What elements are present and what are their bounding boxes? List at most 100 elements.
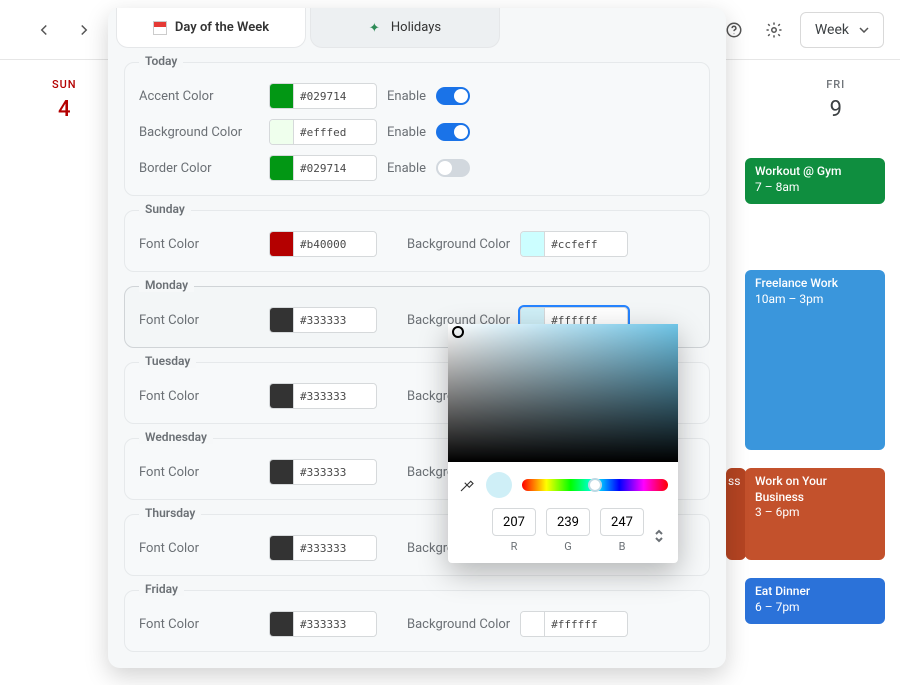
color-text[interactable]	[545, 232, 625, 256]
tab-label: Day of the Week	[175, 20, 269, 35]
tab-day-of-week[interactable]: Day of the Week	[116, 8, 306, 48]
hue-slider[interactable]	[522, 479, 668, 491]
toggle-border[interactable]	[436, 159, 470, 177]
calendar-event-cut[interactable]: ss	[726, 468, 746, 560]
b-input[interactable]	[600, 508, 644, 536]
field-label: Font Color	[139, 313, 259, 328]
section-legend: Monday	[139, 278, 194, 292]
g-label: G	[564, 540, 572, 553]
color-text[interactable]	[294, 156, 374, 180]
section-legend: Wednesday	[139, 430, 213, 444]
color-swatch	[521, 232, 545, 256]
hue-cursor[interactable]	[588, 478, 602, 492]
color-text[interactable]	[294, 84, 374, 108]
event-time: 6 – 7pm	[755, 600, 875, 616]
color-swatch	[270, 232, 294, 256]
event-title: Workout @ Gym	[755, 164, 875, 180]
field-label: Font Color	[139, 389, 259, 404]
calendar-event[interactable]: Freelance Work 10am – 3pm	[745, 270, 885, 450]
color-input-font[interactable]	[269, 611, 377, 637]
event-title: Eat Dinner	[755, 584, 875, 600]
g-input[interactable]	[546, 508, 590, 536]
event-title: Work on Your Business	[755, 474, 875, 505]
field-label: Background Color	[407, 617, 510, 632]
section-sunday: Sunday Font Color Background Color	[124, 210, 710, 272]
prev-button[interactable]	[30, 16, 58, 44]
settings-icon[interactable]	[760, 16, 788, 44]
section-legend: Friday	[139, 582, 184, 596]
field-label: Background Color	[139, 125, 259, 140]
field-label: Font Color	[139, 541, 259, 556]
event-time: 10am – 3pm	[755, 292, 875, 308]
enable-label: Enable	[387, 89, 426, 104]
toggle-accent[interactable]	[436, 87, 470, 105]
color-input-bg[interactable]	[520, 231, 628, 257]
event-time: 7 – 8am	[755, 180, 875, 196]
enable-label: Enable	[387, 161, 426, 176]
saturation-value-area[interactable]	[448, 324, 678, 462]
color-swatch	[270, 84, 294, 108]
calendar-event[interactable]: Workout @ Gym 7 – 8am	[745, 158, 885, 204]
color-text[interactable]	[294, 120, 374, 144]
chevron-down-icon	[859, 27, 869, 33]
event-title: Freelance Work	[755, 276, 875, 292]
color-preview	[486, 472, 512, 498]
color-input-bg[interactable]	[520, 611, 628, 637]
calendar-event[interactable]: Eat Dinner 6 – 7pm	[745, 578, 885, 624]
color-input-font[interactable]	[269, 535, 377, 561]
color-input-accent[interactable]	[269, 83, 377, 109]
field-label: Background Color	[407, 237, 510, 252]
field-label: Font Color	[139, 237, 259, 252]
color-text[interactable]	[294, 536, 374, 560]
field-label: Border Color	[139, 161, 259, 176]
view-label: Week	[815, 22, 849, 38]
view-select[interactable]: Week	[800, 12, 884, 48]
tree-icon: ✦	[369, 21, 383, 35]
section-legend: Tuesday	[139, 354, 196, 368]
color-text[interactable]	[294, 308, 374, 332]
color-input-font[interactable]	[269, 383, 377, 409]
color-input-font[interactable]	[269, 231, 377, 257]
b-label: B	[619, 540, 626, 553]
r-label: R	[511, 540, 518, 553]
section-friday: Friday Font Color Background Color	[124, 590, 710, 652]
color-text[interactable]	[294, 612, 374, 636]
calendar-icon	[153, 21, 167, 35]
color-swatch	[270, 120, 294, 144]
tab-holidays[interactable]: ✦ Holidays	[310, 8, 500, 48]
color-swatch	[270, 612, 294, 636]
color-swatch	[270, 308, 294, 332]
tab-label: Holidays	[391, 20, 441, 35]
r-input[interactable]	[492, 508, 536, 536]
color-text[interactable]	[294, 460, 374, 484]
color-input-font[interactable]	[269, 307, 377, 333]
color-text[interactable]	[294, 232, 374, 256]
color-input-font[interactable]	[269, 459, 377, 485]
color-text[interactable]	[545, 612, 625, 636]
color-input-border[interactable]	[269, 155, 377, 181]
color-picker: R G B	[448, 324, 678, 563]
color-swatch	[270, 384, 294, 408]
toggle-bg[interactable]	[436, 123, 470, 141]
dow-label: FRI	[771, 78, 900, 91]
field-label: Accent Color	[139, 89, 259, 104]
day-number: 9	[771, 97, 900, 122]
section-today: Today Accent Color Enable Background Col…	[124, 62, 710, 196]
section-legend: Thursday	[139, 506, 201, 520]
section-legend: Sunday	[139, 202, 191, 216]
next-button[interactable]	[70, 16, 98, 44]
eyedropper-icon[interactable]	[458, 476, 476, 494]
color-swatch	[521, 612, 545, 636]
sv-cursor[interactable]	[452, 326, 464, 338]
enable-label: Enable	[387, 125, 426, 140]
event-time: 3 – 6pm	[755, 505, 875, 521]
color-swatch	[270, 156, 294, 180]
field-label: Font Color	[139, 465, 259, 480]
color-input-bg[interactable]	[269, 119, 377, 145]
calendar-event[interactable]: Work on Your Business 3 – 6pm	[745, 468, 885, 560]
color-text[interactable]	[294, 384, 374, 408]
color-swatch	[270, 460, 294, 484]
color-swatch	[270, 536, 294, 560]
mode-stepper[interactable]	[654, 528, 664, 547]
section-legend: Today	[139, 54, 183, 68]
